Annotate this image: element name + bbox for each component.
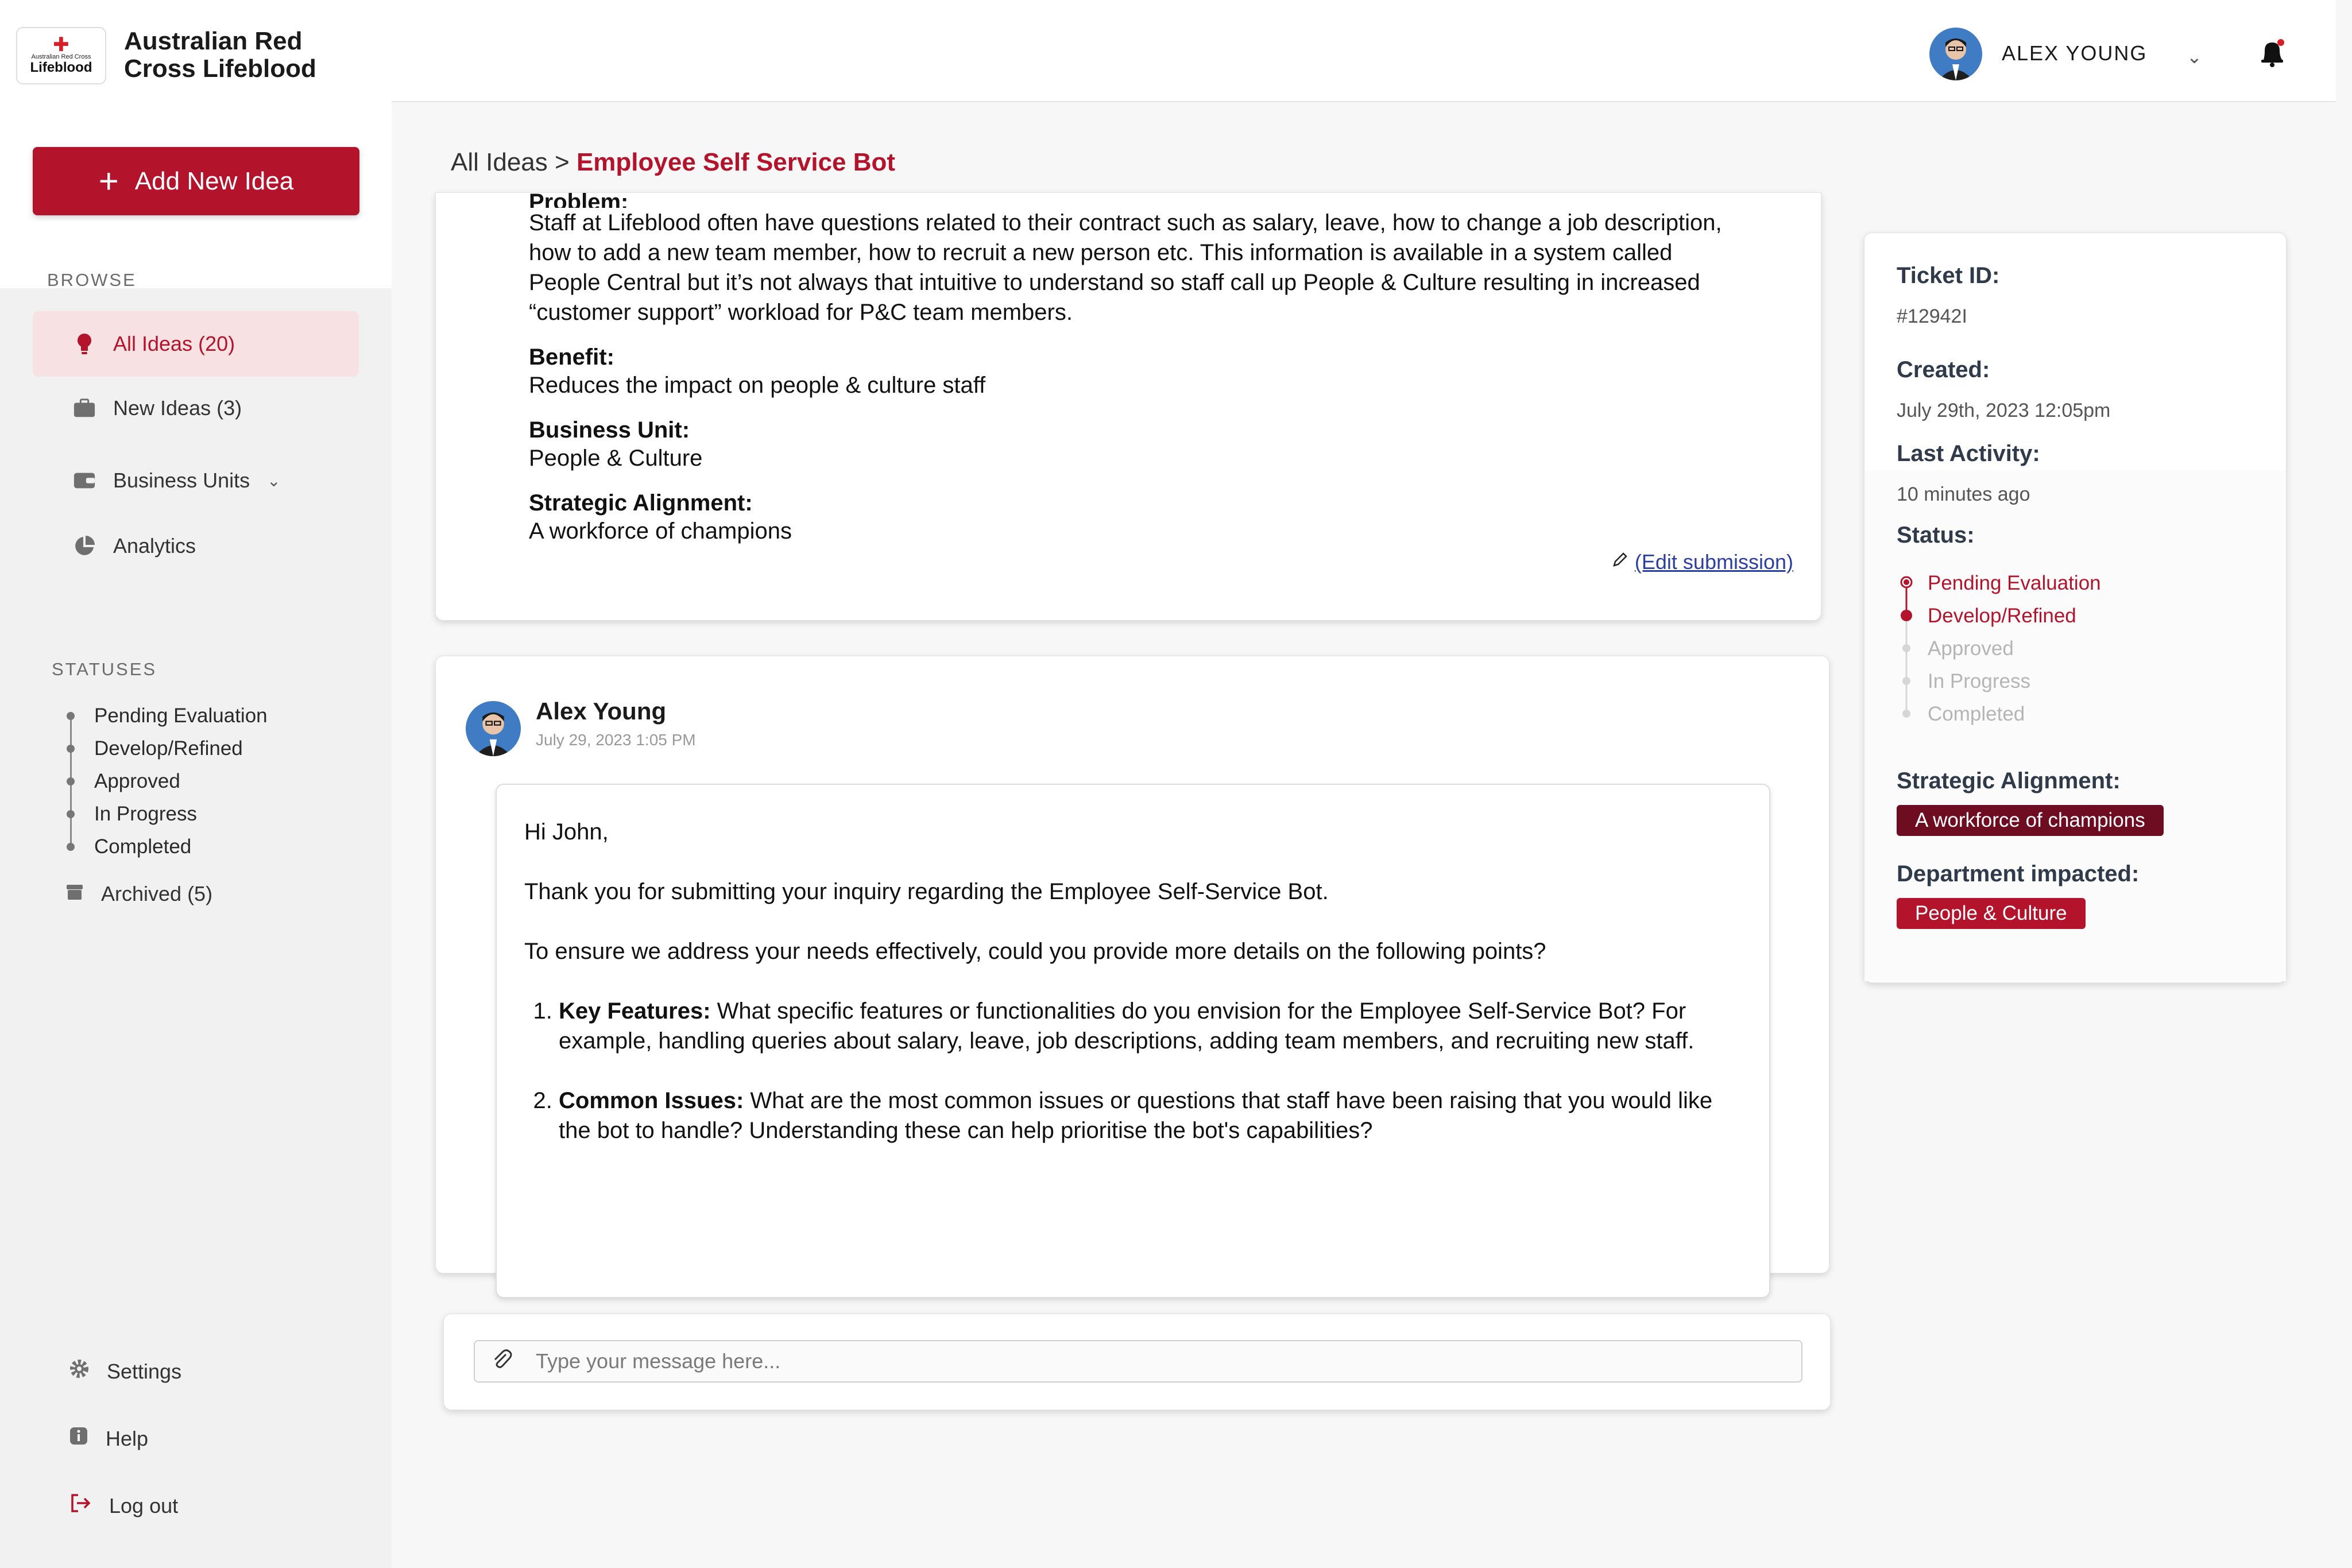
- nav-business-units-label: Business Units: [113, 469, 250, 492]
- nav-all-ideas-label: All Ideas (20): [113, 332, 235, 355]
- last-activity-value: 10 minutes ago: [1897, 483, 2030, 505]
- status-step: Develop/Refined: [1928, 605, 2076, 627]
- status-step: Pending Evaluation: [1928, 572, 2101, 594]
- comment-date: July 29, 2023 1:05 PM: [536, 731, 696, 749]
- compose-card: Type your message here...: [443, 1314, 1831, 1410]
- comment-avatar: [466, 701, 521, 756]
- message-points: Key Features: What specific features or …: [524, 996, 1742, 1145]
- message-paragraph: Thank you for submitting your inquiry re…: [524, 879, 1329, 904]
- business-unit-text: People & Culture: [529, 446, 703, 471]
- archive-icon: [65, 882, 84, 906]
- nav-new-ideas[interactable]: New Ideas (3): [33, 375, 359, 441]
- info-icon: [69, 1426, 88, 1451]
- point-title: Common Issues:: [559, 1088, 744, 1113]
- statuses-label: STATUSES: [52, 659, 157, 679]
- benefit-label: Benefit:: [529, 344, 614, 370]
- breadcrumb-root[interactable]: All Ideas: [451, 148, 548, 176]
- chevron-down-icon: ⌄: [267, 471, 281, 490]
- ticket-id-value: #12942I: [1897, 305, 1967, 327]
- nav-new-ideas-label: New Ideas (3): [113, 396, 242, 420]
- red-cross-icon: ✚: [53, 34, 69, 56]
- created-label: Created:: [1897, 357, 1990, 382]
- sidebar-status-list: Pending Evaluation Develop/Refined Appro…: [64, 699, 268, 863]
- last-activity-label: Last Activity:: [1897, 441, 2040, 466]
- user-avatar[interactable]: [1929, 28, 1982, 80]
- message-body: Hi John, Thank you for submitting your i…: [496, 784, 1770, 1298]
- problem-label: Problem:: [529, 191, 629, 208]
- benefit-text: Reduces the impact on people & culture s…: [529, 373, 986, 398]
- idea-details-card: Problem: Staff at Lifeblood often have q…: [435, 191, 1821, 621]
- nav-analytics[interactable]: Analytics: [33, 513, 359, 579]
- bell-icon[interactable]: [2258, 37, 2287, 69]
- list-item: Common Issues: What are the most common …: [559, 1086, 1742, 1145]
- pie-chart-icon: [73, 535, 96, 557]
- breadcrumb: All Ideas > Employee Self Service Bot: [451, 148, 895, 177]
- edit-submission-label: (Edit submission): [1634, 550, 1793, 574]
- status-step: In Progress: [1928, 670, 2030, 692]
- nav-archived-label: Archived (5): [101, 882, 213, 905]
- gear-icon: [69, 1358, 90, 1384]
- department-tag: People & Culture: [1897, 898, 2086, 929]
- nav-business-units[interactable]: Business Units ⌄: [33, 448, 359, 513]
- nav-help[interactable]: Help: [69, 1426, 148, 1451]
- sidebar: ✚ Australian Red Cross Lifeblood Austral…: [0, 0, 392, 1568]
- department-label: Department impacted:: [1897, 861, 2140, 886]
- org-name: Australian Red Cross Lifeblood: [124, 27, 316, 83]
- chevron-down-icon[interactable]: ⌄: [2187, 46, 2202, 68]
- nav-settings[interactable]: Settings: [69, 1358, 181, 1384]
- plus-icon: +: [98, 161, 119, 200]
- nav-archived[interactable]: Archived (5): [65, 882, 212, 906]
- breadcrumb-current: Employee Self Service Bot: [576, 148, 896, 176]
- logo-wordmark: Lifeblood: [30, 60, 92, 75]
- message-input-placeholder: Type your message here...: [536, 1349, 781, 1373]
- nav-help-label: Help: [106, 1426, 149, 1450]
- wallet-icon: [73, 469, 96, 492]
- comment-author: Alex Young: [536, 698, 667, 725]
- pencil-icon: [1611, 550, 1629, 574]
- add-new-idea-button[interactable]: + Add New Idea: [33, 147, 359, 215]
- add-new-idea-label: Add New Idea: [134, 167, 294, 195]
- idea-content: Problem: Staff at Lifeblood often have q…: [529, 191, 1735, 546]
- status-step: Completed: [1928, 703, 2025, 725]
- breadcrumb-separator: >: [555, 148, 570, 176]
- nav-all-ideas[interactable]: All Ideas (20): [33, 311, 359, 377]
- sidebar-status-item[interactable]: Approved: [64, 765, 268, 797]
- status-label: Status:: [1897, 522, 1975, 548]
- sidebar-status-item[interactable]: Pending Evaluation: [64, 699, 268, 732]
- point-text: What specific features or functionalitie…: [559, 998, 1695, 1054]
- nav-logout-label: Log out: [109, 1493, 179, 1517]
- logo[interactable]: ✚ Australian Red Cross Lifeblood: [16, 27, 106, 84]
- strategic-alignment-label: Strategic Alignment:: [529, 490, 753, 516]
- nav-analytics-label: Analytics: [113, 534, 196, 557]
- strategic-alignment-text: A workforce of champions: [529, 518, 792, 544]
- status-progress-track: [1900, 576, 1913, 718]
- message-greeting: Hi John,: [524, 819, 609, 845]
- briefcase-icon: [73, 397, 96, 420]
- ticket-details-card: Ticket ID: #12942I Created: July 29th, 2…: [1864, 233, 2287, 983]
- paperclip-icon[interactable]: [490, 1348, 513, 1376]
- list-item: Key Features: What specific features or …: [559, 996, 1742, 1056]
- message-input[interactable]: Type your message here...: [474, 1340, 1802, 1383]
- message-paragraph: To ensure we address your needs effectiv…: [524, 939, 1546, 964]
- point-title: Key Features:: [559, 998, 711, 1024]
- nav-logout[interactable]: Log out: [69, 1493, 178, 1519]
- comment-card: Alex Young July 29, 2023 1:05 PM Hi John…: [435, 656, 1829, 1298]
- browse-label: BROWSE: [47, 270, 137, 290]
- user-name[interactable]: ALEX YOUNG: [2002, 41, 2147, 65]
- lightbulb-icon: [73, 332, 96, 355]
- logout-icon: [69, 1493, 92, 1519]
- business-unit-label: Business Unit:: [529, 417, 690, 443]
- created-value: July 29th, 2023 12:05pm: [1897, 400, 2111, 421]
- sidebar-status-item[interactable]: Completed: [64, 830, 268, 863]
- problem-text: Staff at Lifeblood often have questions …: [529, 210, 1722, 325]
- sidebar-status-item[interactable]: In Progress: [64, 797, 268, 830]
- strategic-alignment-label: Strategic Alignment:: [1897, 768, 2121, 793]
- nav-settings-label: Settings: [107, 1359, 182, 1383]
- sidebar-status-item[interactable]: Develop/Refined: [64, 732, 268, 765]
- strategic-alignment-tag: A workforce of champions: [1897, 805, 2164, 836]
- edit-submission-link[interactable]: (Edit submission): [1611, 550, 1793, 574]
- status-step: Approved: [1928, 637, 2014, 660]
- ticket-id-label: Ticket ID:: [1897, 263, 2000, 288]
